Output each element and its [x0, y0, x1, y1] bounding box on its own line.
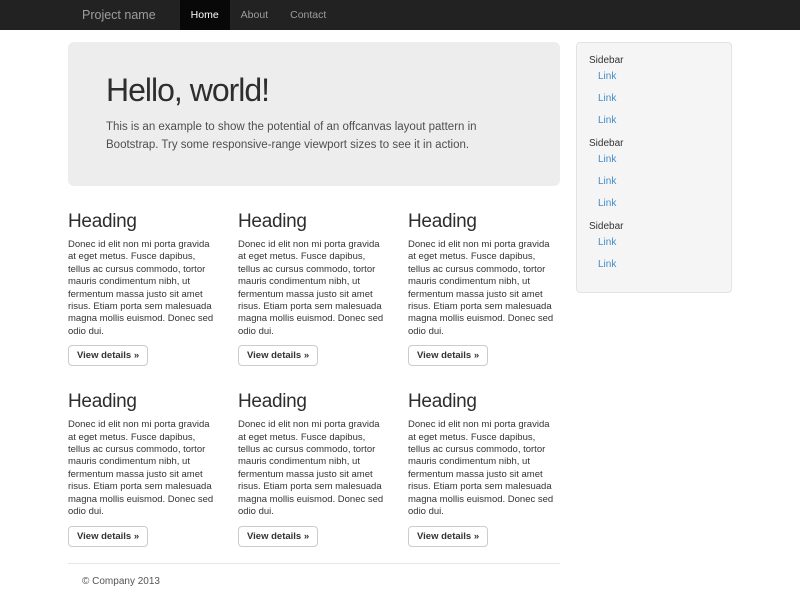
content-card: Heading Donec id elit non mi porta gravi…	[68, 211, 220, 366]
sidebar-group-title: Sidebar	[589, 221, 719, 232]
view-details-button[interactable]: View details »	[408, 526, 488, 547]
sidebar-group-1: Sidebar Link Link Link	[589, 55, 719, 126]
sidebar-link[interactable]: Link	[598, 116, 719, 126]
sidebar-link[interactable]: Link	[598, 260, 719, 270]
copyright-text: © Company 2013	[82, 576, 546, 587]
card-body-text: Donec id elit non mi porta gravida at eg…	[408, 239, 560, 338]
sidebar-link[interactable]: Link	[598, 199, 719, 209]
main-row: Hello, world! This is an example to show…	[68, 30, 732, 587]
navbar-container: Project name Home About Contact	[68, 0, 732, 30]
page-title: Hello, world!	[106, 72, 522, 108]
footer: © Company 2013	[68, 563, 560, 587]
view-details-button[interactable]: View details »	[408, 345, 488, 366]
content-card: Heading Donec id elit non mi porta gravi…	[238, 211, 390, 366]
view-details-button[interactable]: View details »	[68, 526, 148, 547]
sidebar-link[interactable]: Link	[598, 155, 719, 165]
sidebar-link[interactable]: Link	[598, 177, 719, 187]
content-row-2: Heading Donec id elit non mi porta gravi…	[68, 391, 560, 546]
sidebar-link[interactable]: Link	[598, 238, 719, 248]
card-heading: Heading	[408, 211, 560, 233]
content-card: Heading Donec id elit non mi porta gravi…	[238, 391, 390, 546]
sidebar-link[interactable]: Link	[598, 72, 719, 82]
main-content: Hello, world! This is an example to show…	[68, 30, 560, 587]
card-body-text: Donec id elit non mi porta gravida at eg…	[408, 419, 560, 518]
card-heading: Heading	[408, 391, 560, 413]
navbar-brand[interactable]: Project name	[68, 0, 170, 30]
sidebar-group-title: Sidebar	[589, 138, 719, 149]
card-heading: Heading	[68, 211, 220, 233]
nav-item-home[interactable]: Home	[180, 0, 230, 30]
sidebar-group-2: Sidebar Link Link Link	[589, 138, 719, 209]
card-body-text: Donec id elit non mi porta gravida at eg…	[68, 239, 220, 338]
nav-item-contact[interactable]: Contact	[279, 0, 337, 30]
sidebar-group-3: Sidebar Link Link	[589, 221, 719, 270]
card-body-text: Donec id elit non mi porta gravida at eg…	[238, 239, 390, 338]
jumbotron-description: This is an example to show the potential…	[106, 118, 506, 154]
view-details-button[interactable]: View details »	[238, 526, 318, 547]
view-details-button[interactable]: View details »	[68, 345, 148, 366]
content-row-1: Heading Donec id elit non mi porta gravi…	[68, 211, 560, 366]
card-heading: Heading	[68, 391, 220, 413]
nav-item-about[interactable]: About	[230, 0, 279, 30]
content-card: Heading Donec id elit non mi porta gravi…	[408, 211, 560, 366]
card-body-text: Donec id elit non mi porta gravida at eg…	[238, 419, 390, 518]
content-card: Heading Donec id elit non mi porta gravi…	[408, 391, 560, 546]
view-details-button[interactable]: View details »	[238, 345, 318, 366]
navbar: Project name Home About Contact	[0, 0, 800, 30]
sidebar-group-title: Sidebar	[589, 55, 719, 66]
card-heading: Heading	[238, 211, 390, 233]
card-body-text: Donec id elit non mi porta gravida at eg…	[68, 419, 220, 518]
jumbotron: Hello, world! This is an example to show…	[68, 42, 560, 186]
card-heading: Heading	[238, 391, 390, 413]
sidebar-link[interactable]: Link	[598, 94, 719, 104]
navbar-nav: Home About Contact	[180, 0, 338, 30]
sidebar-panel: Sidebar Link Link Link Sidebar Link Link…	[576, 42, 732, 293]
page-container: Hello, world! This is an example to show…	[68, 30, 732, 587]
content-card: Heading Donec id elit non mi porta gravi…	[68, 391, 220, 546]
